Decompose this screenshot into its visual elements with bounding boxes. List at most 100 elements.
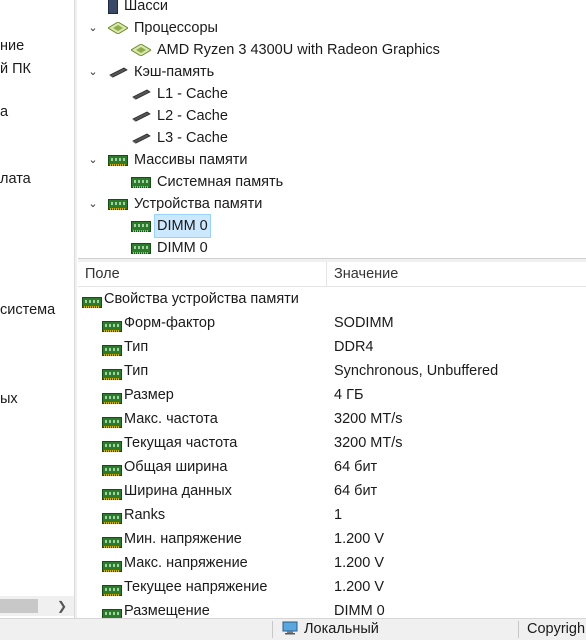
tree-node-cache[interactable]: ⌄ Кэш-память <box>86 61 214 83</box>
property-list-header: Поле Значение <box>78 262 586 287</box>
tree-node-label: L1 - Cache <box>157 86 228 102</box>
cpu-icon <box>108 22 128 34</box>
memory-icon <box>108 154 128 166</box>
status-divider <box>518 621 519 638</box>
property-name: Ranks <box>124 507 166 523</box>
property-value: DDR4 <box>334 339 374 355</box>
tree-node-chassis[interactable]: Шасси <box>86 0 168 17</box>
property-name: Общая ширина <box>124 459 228 475</box>
property-name: Форм-фактор <box>124 315 216 331</box>
tree-node-label: AMD Ryzen 3 4300U with Radeon Graphics <box>157 42 440 58</box>
property-row[interactable]: Макс. частота 3200 MT/s <box>78 407 586 431</box>
property-name: Тип <box>124 363 149 379</box>
tree-node-l2-cache[interactable]: L2 - Cache <box>109 105 228 127</box>
property-row[interactable]: Размер 4 ГБ <box>78 383 586 407</box>
property-row[interactable]: Общая ширина 64 бит <box>78 455 586 479</box>
cache-icon <box>131 88 151 100</box>
property-list: Поле Значение Свойства устройства памяти… <box>78 262 586 618</box>
chevron-down-icon[interactable]: ⌄ <box>86 61 100 83</box>
tree-node-dimm[interactable]: DIMM 0 <box>109 237 208 258</box>
tree-node-label: DIMM 0 <box>154 214 211 238</box>
device-tree: Шасси ⌄ Процессоры AMD Ryzen 3 4300U wit… <box>78 0 586 258</box>
status-bar: Локальный Copyrigh <box>0 618 586 640</box>
left-nav-item[interactable]: ых <box>0 391 18 407</box>
cache-icon <box>131 132 151 144</box>
property-name: Мин. напряжение <box>124 531 242 547</box>
status-divider <box>272 621 273 638</box>
property-row[interactable]: Текущая частота 3200 MT/s <box>78 431 586 455</box>
tree-node-processors[interactable]: ⌄ Процессоры <box>86 17 218 39</box>
property-group-title: Свойства устройства памяти <box>104 291 299 307</box>
property-row[interactable]: Тип DDR4 <box>78 335 586 359</box>
memory-icon <box>108 198 128 210</box>
property-name: Макс. частота <box>124 411 218 427</box>
property-value: 4 ГБ <box>334 387 364 403</box>
property-name: Размещение <box>124 603 210 618</box>
left-navigation-pane: ние й ПК а лата система ых ❯ <box>0 0 74 618</box>
tree-node-label: DIMM 0 <box>157 240 208 256</box>
property-value: 1 <box>334 507 343 523</box>
left-nav-item[interactable]: й ПК <box>0 61 31 77</box>
tree-node-l1-cache[interactable]: L1 - Cache <box>109 83 228 105</box>
left-horizontal-scrollbar[interactable]: ❯ <box>0 596 74 616</box>
tree-node-label: L2 - Cache <box>157 108 228 124</box>
status-copyright: Copyrigh <box>527 621 586 637</box>
property-row[interactable]: Макс. напряжение 1.200 V <box>78 551 586 575</box>
tree-node-memory-arrays[interactable]: ⌄ Массивы памяти <box>86 149 248 171</box>
property-value: DIMM 0 <box>334 603 385 618</box>
property-value: 1.200 V <box>334 555 384 571</box>
property-row[interactable]: Тип Synchronous, Unbuffered <box>78 359 586 383</box>
property-name: Текущая частота <box>124 435 238 451</box>
property-name: Тип <box>124 339 149 355</box>
memory-icon <box>102 604 122 618</box>
property-value: 3200 MT/s <box>334 411 403 427</box>
tree-node-label: Процессоры <box>134 20 218 36</box>
tree-node-system-memory[interactable]: Системная память <box>109 171 283 193</box>
property-row[interactable]: Ширина данных 64 бит <box>78 479 586 503</box>
property-value: 64 бит <box>334 459 378 475</box>
scroll-right-arrow-icon[interactable]: ❯ <box>55 596 69 616</box>
property-value: 1.200 V <box>334 579 384 595</box>
property-value: SODIMM <box>334 315 394 331</box>
tree-node-label: Массивы памяти <box>134 152 248 168</box>
property-row[interactable]: Текущее напряжение 1.200 V <box>78 575 586 599</box>
property-value: 3200 MT/s <box>334 435 403 451</box>
left-nav-item[interactable]: лата <box>0 171 31 187</box>
cache-icon <box>131 110 151 122</box>
chevron-down-icon[interactable]: ⌄ <box>86 17 100 39</box>
tree-node-memory-devices[interactable]: ⌄ Устройства памяти <box>86 193 262 215</box>
property-name: Текущее напряжение <box>124 579 268 595</box>
status-local-label: Локальный <box>304 621 379 637</box>
tree-node-l3-cache[interactable]: L3 - Cache <box>109 127 228 149</box>
tree-node-label: Кэш-память <box>134 64 215 80</box>
status-local-segment: Локальный <box>282 619 379 640</box>
memory-icon <box>131 176 151 188</box>
tree-node-dimm-selected[interactable]: DIMM 0 <box>109 214 211 238</box>
chassis-icon <box>108 0 118 14</box>
left-nav-item[interactable]: а <box>0 104 8 120</box>
tree-node-label: Системная память <box>157 174 284 190</box>
property-group-row[interactable]: Свойства устройства памяти <box>78 287 586 311</box>
property-name: Макс. напряжение <box>124 555 248 571</box>
scrollbar-thumb[interactable] <box>0 599 38 613</box>
column-header-field[interactable]: Поле <box>85 262 120 286</box>
column-divider[interactable] <box>326 262 327 286</box>
tree-node-label: Шасси <box>124 0 168 14</box>
property-value: 1.200 V <box>334 531 384 547</box>
property-row[interactable]: Форм-фактор SODIMM <box>78 311 586 335</box>
property-name: Ширина данных <box>124 483 232 499</box>
left-nav-item[interactable]: ние <box>0 38 24 54</box>
column-header-value[interactable]: Значение <box>334 262 398 286</box>
cache-icon <box>108 66 128 78</box>
vertical-splitter[interactable] <box>74 0 77 618</box>
left-nav-item[interactable]: система <box>0 302 55 318</box>
tree-node-label: Устройства памяти <box>134 196 263 212</box>
property-row[interactable]: Ranks 1 <box>78 503 586 527</box>
memory-icon <box>131 242 151 254</box>
property-row[interactable]: Размещение DIMM 0 <box>78 599 586 618</box>
cpu-icon <box>131 44 151 56</box>
chevron-down-icon[interactable]: ⌄ <box>86 149 100 171</box>
property-row[interactable]: Мин. напряжение 1.200 V <box>78 527 586 551</box>
tree-node-cpu-model[interactable]: AMD Ryzen 3 4300U with Radeon Graphics <box>109 39 440 61</box>
chevron-down-icon[interactable]: ⌄ <box>86 193 100 215</box>
